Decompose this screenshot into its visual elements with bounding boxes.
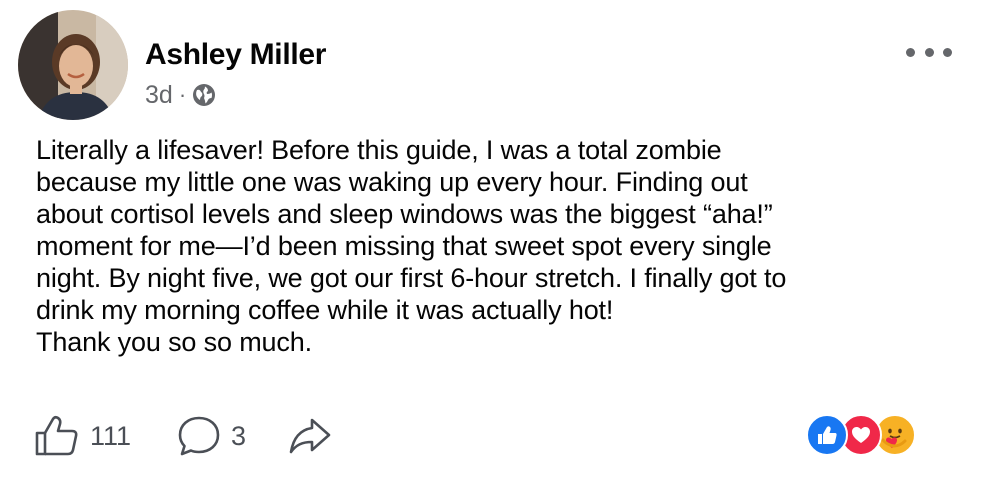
avatar[interactable] (18, 10, 128, 120)
comment-count: 3 (231, 420, 247, 451)
more-options-button[interactable] (906, 40, 952, 64)
share-button[interactable] (288, 415, 332, 457)
author-name[interactable]: Ashley Miller (145, 37, 326, 73)
reaction-summary[interactable] (806, 414, 918, 456)
meta-separator: · (178, 82, 187, 107)
post-timestamp[interactable]: 3d (145, 81, 173, 110)
comment-bubble-icon (177, 415, 221, 457)
post-body-line: Thank you so so much. (36, 327, 312, 357)
like-button[interactable]: 111 (34, 415, 131, 457)
like-count: 111 (90, 420, 132, 451)
post-body-line: moment for me—I’d been missing that swee… (36, 231, 772, 261)
post-body-line: drink my morning coffee while it was act… (36, 295, 614, 325)
ellipsis-dot (924, 47, 934, 57)
post-body-line: night. By night five, we got our first 6… (36, 263, 787, 293)
post-body: Literally a lifesaver! Before this guide… (36, 134, 966, 358)
post-meta: 3d · (145, 80, 216, 110)
like-reaction-icon (806, 414, 848, 456)
comment-button[interactable]: 3 (177, 415, 246, 457)
post-card: Ashley Miller 3d · Literally a lifesaver… (0, 0, 986, 491)
thumbs-up-icon (34, 415, 80, 457)
globe-icon[interactable] (192, 83, 216, 107)
share-arrow-icon (288, 415, 332, 457)
avatar-photo (18, 10, 128, 120)
ellipsis-dot (943, 47, 952, 57)
post-body-line: because my little one was waking up ever… (36, 167, 748, 197)
post-body-line: Literally a lifesaver! Before this guide… (36, 135, 722, 165)
ellipsis-dot (906, 47, 915, 57)
post-body-line: about cortisol levels and sleep windows … (36, 199, 773, 229)
action-bar: 111 3 (34, 415, 332, 457)
